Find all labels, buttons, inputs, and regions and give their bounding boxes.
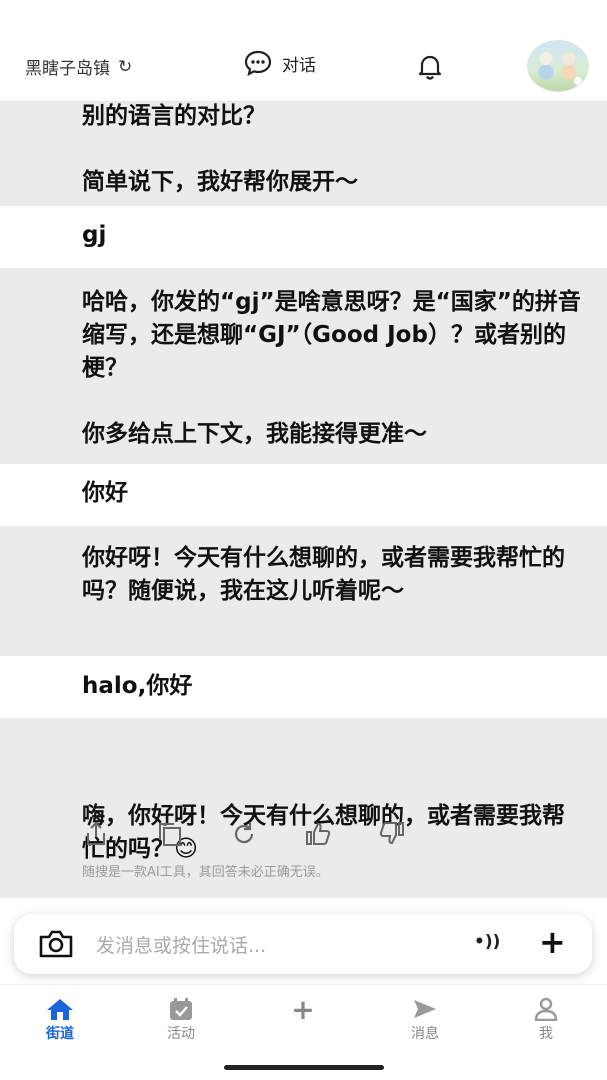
location-selector[interactable]: 黑瞎子岛镇 ↻: [25, 54, 132, 80]
user-message: gj: [0, 206, 607, 268]
user-message: halo,你好: [0, 656, 607, 718]
ai-message: 哈哈，你发的“gj”是啥意思呀？是“国家”的拼音缩写，还是想聊“GJ”（Good…: [0, 268, 607, 464]
top-header: 黑瞎子岛镇 ↻ 对话: [0, 30, 607, 102]
regenerate-button[interactable]: [230, 818, 304, 850]
ai-message: 你好呀！今天有什么想聊的，或者需要我帮忙的吗？随便说，我在这儿听着呢～: [0, 526, 607, 656]
camera-icon[interactable]: [38, 929, 74, 959]
message-actions: [82, 818, 452, 850]
send-icon: [414, 1000, 436, 1018]
ai-message-last: 嗨，你好呀！今天有什么想聊的，或者需要我帮忙的吗？😊 随搜是一款AI工具，其回答…: [0, 718, 607, 898]
profile-icon: [534, 997, 558, 1021]
tab-chat-label: 对话: [282, 55, 316, 76]
nav-item-street[interactable]: 街道: [20, 995, 100, 1043]
nav-label: 街道: [46, 1026, 74, 1042]
activity-icon: [170, 998, 192, 1020]
dislike-icon: [379, 822, 404, 845]
copy-icon: [159, 823, 181, 846]
plus-icon: +: [291, 992, 315, 1026]
message-list: 别的语言的对比？ 简单说下，我好帮你展开～ gj 哈哈，你发的“gj”是啥意思呀…: [0, 100, 607, 898]
chat-bubble-icon: [244, 50, 272, 76]
nav-item-me[interactable]: 我: [506, 995, 586, 1043]
ai-disclaimer: 随搜是一款AI工具，其回答未必正确无误。: [82, 865, 329, 880]
add-attachment-button[interactable]: +: [539, 923, 566, 961]
nav-item-messages[interactable]: 消息: [385, 995, 465, 1043]
nav-item-activity[interactable]: 活动: [141, 995, 221, 1043]
ai-message: 别的语言的对比？ 简单说下，我好帮你展开～: [0, 100, 607, 206]
user-message: 你好: [0, 464, 607, 526]
tab-chat[interactable]: 对话: [244, 50, 316, 76]
share-icon: [87, 821, 105, 845]
nav-label: 我: [539, 1026, 553, 1042]
location-label: 黑瞎子岛镇: [25, 59, 110, 79]
dislike-button[interactable]: [378, 818, 452, 850]
message-input[interactable]: 发消息或按住说话...: [96, 931, 266, 958]
share-button[interactable]: [82, 818, 156, 850]
home-icon: [47, 999, 73, 1020]
nav-item-create[interactable]: +: [263, 992, 343, 1026]
like-icon: [306, 822, 331, 845]
home-indicator: [224, 1065, 384, 1070]
copy-button[interactable]: [156, 818, 230, 850]
refresh-icon[interactable]: ↻: [118, 57, 132, 77]
regenerate-icon: [234, 823, 254, 844]
avatar[interactable]: [527, 40, 589, 92]
nav-label: 活动: [167, 1026, 195, 1042]
bell-icon[interactable]: [416, 52, 444, 80]
message-input-bar: 发消息或按住说话... •)) +: [14, 914, 592, 974]
bottom-nav: 街道 活动 + 消息 我: [0, 984, 607, 1080]
nav-label: 消息: [411, 1026, 439, 1042]
voice-icon[interactable]: •)): [474, 932, 500, 952]
like-button[interactable]: [304, 818, 378, 850]
